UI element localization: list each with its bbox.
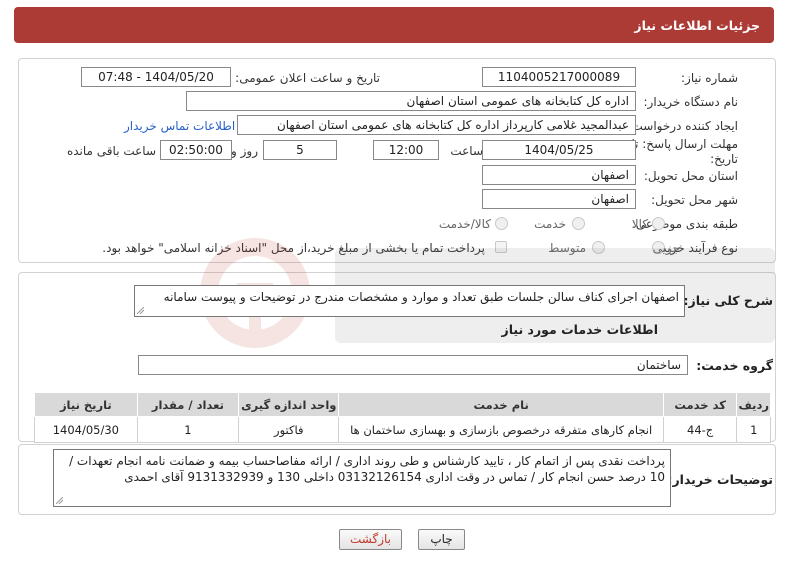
creator-field: عبدالمجید غلامی کارپرداز اداره کل کتابخا… — [237, 115, 636, 135]
buyer-org-field: اداره کل کتابخانه های عمومی استان اصفهان — [186, 91, 636, 111]
process-option-minor: جزیی — [652, 241, 680, 255]
buyer-contact-link[interactable]: اطلاعات تماس خریدار — [124, 119, 235, 133]
print-button[interactable]: چاپ — [418, 529, 465, 550]
description-label: شرح کلی نیاز: — [683, 293, 773, 308]
description-text-value: اصفهان اجرای کناف سالن جلسات طبق تعداد و… — [163, 290, 679, 304]
deadline-time-label: ساعت — [450, 144, 483, 158]
buyer-notes-text-value: پرداخت نقدی پس از اتمام کار ، تایید کارش… — [69, 454, 665, 484]
cell-need-date: 1404/05/30 — [34, 416, 138, 443]
deadline-time-field: 12:00 — [373, 140, 439, 160]
cell-row-number: 1 — [736, 416, 771, 443]
resize-grip-icon[interactable] — [56, 497, 63, 504]
resize-grip-icon[interactable] — [137, 307, 144, 314]
buyer-org-label: نام دستگاه خریدار: — [643, 95, 739, 109]
province-label: استان محل تحویل: — [643, 169, 738, 183]
remaining-time-label: ساعت باقی مانده — [66, 144, 156, 158]
buyer-notes-text: پرداخت نقدی پس از اتمام کار ، تایید کارش… — [53, 449, 671, 507]
treasury-payment-note: پرداخت تمام یا بخشی از مبلغ خرید،از محل … — [102, 241, 485, 255]
service-group-label: گروه خدمت: — [696, 358, 773, 373]
province-field: اصفهان — [482, 165, 636, 185]
cell-service-code: ج-44 — [662, 416, 738, 443]
table-row: 1 ج-44 انجام کارهای متفرقه درخصوص بازساز… — [34, 416, 771, 443]
category-option-service: خدمت — [534, 217, 566, 231]
col-quantity: تعداد / مقدار — [136, 392, 240, 417]
treasury-payment-checkbox[interactable] — [495, 241, 507, 253]
services-table-header: ردیف کد خدمت نام خدمت واحد اندازه گیری ت… — [34, 392, 771, 417]
cell-unit: فاکتور — [238, 416, 340, 443]
buyer-notes-label: توضیحات خریدار: — [667, 472, 773, 487]
services-section-title: اطلاعات خدمات مورد نیاز — [501, 322, 659, 337]
category-radio-goods-service[interactable] — [495, 217, 508, 230]
deadline-label-line2: تاریخ: — [710, 152, 738, 166]
process-option-medium: متوسط — [548, 241, 586, 255]
city-label: شهر محل تحویل: — [651, 193, 738, 207]
cell-quantity: 1 — [136, 416, 240, 443]
col-service-name: نام خدمت — [338, 392, 664, 417]
remaining-days-field: 5 — [263, 140, 337, 160]
page-header: جزئیات اطلاعات نیاز — [14, 7, 774, 43]
remaining-time-field: 02:50:00 — [160, 140, 232, 160]
deadline-date-field: 1404/05/25 — [482, 140, 636, 160]
announce-datetime-label: تاریخ و ساعت اعلان عمومی: — [235, 71, 380, 85]
category-radio-goods[interactable] — [652, 217, 665, 230]
category-radio-service[interactable] — [572, 217, 585, 230]
col-service-code: کد خدمت — [662, 392, 738, 417]
need-number-field: 1104005217000089 — [482, 67, 636, 87]
services-table: ردیف کد خدمت نام خدمت واحد اندازه گیری ت… — [34, 392, 771, 443]
category-option-goods-service: کالا/خدمت — [438, 217, 491, 231]
deadline-label: مهلت ارسال پاسخ: تا تاریخ: — [631, 137, 738, 167]
cell-service-name: انجام کارهای متفرقه درخصوص بازسازی و بهس… — [338, 416, 664, 443]
back-button[interactable]: بازگشت — [339, 529, 402, 550]
page-title: جزئیات اطلاعات نیاز — [634, 17, 760, 33]
col-need-date: تاریخ نیاز — [34, 392, 138, 417]
col-row-number: ردیف — [736, 392, 771, 417]
need-number-label: شماره نیاز: — [681, 71, 738, 85]
description-text: اصفهان اجرای کناف سالن جلسات طبق تعداد و… — [134, 285, 685, 317]
col-unit: واحد اندازه گیری — [238, 392, 340, 417]
deadline-label-line1: مهلت ارسال پاسخ: تا — [631, 137, 738, 151]
city-field: اصفهان — [482, 189, 636, 209]
service-group-field: ساختمان — [138, 355, 688, 375]
category-option-goods: کالا — [631, 217, 648, 231]
remaining-days-label: روز و — [231, 144, 258, 158]
process-radio-medium[interactable] — [592, 241, 605, 254]
announce-datetime-field: 1404/05/20 - 07:48 — [81, 67, 231, 87]
creator-label: ایجاد کننده درخواست: — [627, 119, 738, 133]
